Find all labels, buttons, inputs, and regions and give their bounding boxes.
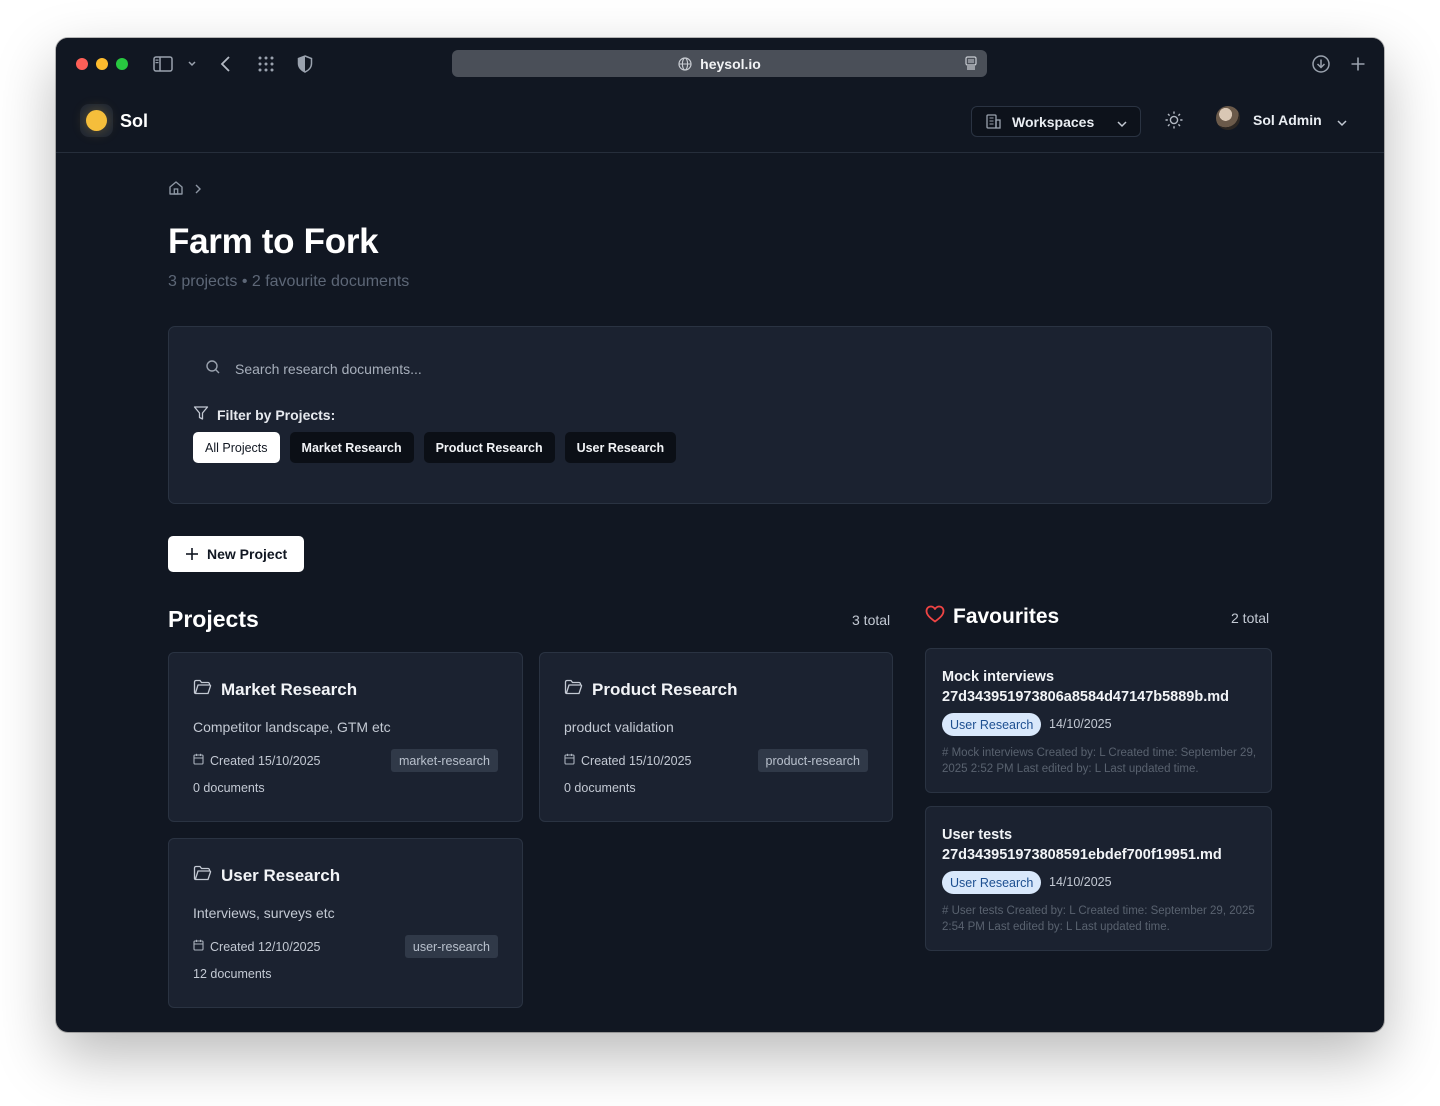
project-filter-chips: All Projects Market Research Product Res…	[193, 432, 677, 463]
filter-label-text: Filter by Projects:	[217, 406, 336, 423]
favourite-date: 14/10/2025	[1049, 717, 1112, 731]
plus-icon[interactable]	[1346, 52, 1370, 76]
favourite-title-line: User tests	[942, 827, 1013, 843]
project-created: Created 15/10/2025	[564, 753, 692, 768]
page-title: Farm to Fork	[168, 222, 379, 261]
new-project-button[interactable]: New Project	[168, 536, 304, 572]
logo-sun-icon	[86, 110, 107, 131]
browser-window: heysol.io Sol Workspaces Sol Admin Farm …	[56, 38, 1384, 1032]
chevron-right-icon	[194, 182, 202, 200]
project-document-count: 0 documents	[193, 781, 265, 795]
project-name: Market Research	[221, 679, 358, 699]
favourite-date: 14/10/2025	[1049, 875, 1112, 889]
back-icon[interactable]	[214, 52, 238, 76]
project-title: Product Research	[564, 679, 738, 700]
project-created-date: Created 15/10/2025	[581, 753, 692, 768]
favourite-card-mock-interviews[interactable]: Mock interviews 27d343951973806a8584d471…	[925, 648, 1272, 793]
workspaces-label: Workspaces	[1012, 113, 1095, 130]
calendar-icon	[193, 939, 204, 954]
project-tag: product-research	[757, 749, 868, 772]
filter-icon	[193, 405, 209, 424]
address-bar[interactable]: heysol.io	[452, 50, 987, 77]
folder-icon	[193, 679, 212, 700]
heart-icon	[925, 605, 945, 629]
projects-count: 3 total	[852, 612, 891, 628]
project-title: Market Research	[193, 679, 357, 700]
favourite-card-user-tests[interactable]: User tests 27d343951973808591ebdef700f19…	[925, 806, 1272, 951]
new-project-label: New Project	[207, 546, 288, 562]
project-tag: user-research	[404, 935, 498, 958]
project-created-date: Created 12/10/2025	[210, 939, 321, 954]
filter-label: Filter by Projects:	[193, 405, 335, 424]
chevron-down-icon	[1116, 116, 1128, 132]
search-box[interactable]	[193, 349, 1249, 389]
project-name: User Research	[221, 865, 341, 885]
avatar[interactable]	[1216, 106, 1240, 130]
favourite-filename: 27d343951973806a8584d47147b5889b.md	[942, 689, 1230, 705]
project-card-user-research[interactable]: User Research Interviews, surveys etc Cr…	[168, 838, 523, 1008]
favourite-title-line: Mock interviews	[942, 669, 1055, 685]
url-text: heysol.io	[700, 55, 761, 72]
app-header: Sol Workspaces Sol Admin	[56, 90, 1384, 153]
project-name: Product Research	[592, 679, 738, 699]
chip-product-research[interactable]: Product Research	[423, 432, 555, 463]
search-icon	[205, 359, 221, 380]
home-icon[interactable]	[168, 180, 184, 201]
folder-icon	[564, 679, 583, 700]
favourite-filename: 27d343951973808591ebdef700f19951.md	[942, 847, 1222, 863]
chevron-down-icon[interactable]	[180, 52, 204, 76]
download-icon[interactable]	[1309, 52, 1333, 76]
chip-market-research[interactable]: Market Research	[289, 432, 414, 463]
brand-name: Sol	[120, 111, 149, 131]
building-icon	[986, 114, 1001, 129]
close-window-button[interactable]	[76, 58, 88, 70]
zoom-window-button[interactable]	[116, 58, 128, 70]
sun-icon[interactable]	[1164, 110, 1184, 135]
project-tag: market-research	[391, 749, 498, 772]
search-input[interactable]	[235, 361, 1135, 377]
user-name[interactable]: Sol Admin	[1253, 112, 1322, 128]
sidebar-icon[interactable]	[151, 52, 175, 76]
favourite-project-badge: User Research	[942, 871, 1042, 894]
page-subtitle: 3 projects • 2 favourite documents	[168, 273, 410, 290]
project-title: User Research	[193, 865, 340, 886]
minimize-window-button[interactable]	[96, 58, 108, 70]
favourite-title: Mock interviews 27d343951973806a8584d471…	[942, 667, 1262, 707]
project-created: Created 15/10/2025	[193, 753, 321, 768]
shield-icon[interactable]	[293, 52, 317, 76]
project-card-market-research[interactable]: Market Research Competitor landscape, GT…	[168, 652, 523, 822]
project-created: Created 12/10/2025	[193, 939, 321, 954]
search-filter-panel: Filter by Projects: All Projects Market …	[168, 326, 1272, 504]
project-description: product validation	[564, 719, 674, 735]
browser-toolbar: heysol.io	[56, 38, 1384, 90]
workspaces-dropdown[interactable]: Workspaces	[971, 106, 1141, 137]
chip-all-projects[interactable]: All Projects	[193, 432, 280, 463]
favourites-count: 2 total	[1231, 610, 1270, 626]
folder-icon	[193, 865, 212, 886]
favourite-project-badge: User Research	[942, 713, 1042, 736]
project-document-count: 12 documents	[193, 967, 272, 981]
projects-heading: Projects	[168, 606, 259, 632]
project-card-product-research[interactable]: Product Research product validation Crea…	[539, 652, 893, 822]
favourite-title: User tests 27d343951973808591ebdef700f19…	[942, 825, 1262, 865]
project-created-date: Created 15/10/2025	[210, 753, 321, 768]
project-document-count: 0 documents	[564, 781, 636, 795]
favourite-snippet: # User tests Created by: L Created time:…	[942, 905, 1255, 933]
favourite-snippet: # Mock interviews Created by: L Created …	[942, 747, 1257, 775]
chip-user-research[interactable]: User Research	[564, 432, 677, 463]
favourites-title: Favourites	[953, 605, 1060, 628]
plus-icon	[186, 548, 198, 560]
chevron-down-icon[interactable]	[1336, 115, 1348, 133]
calendar-icon	[193, 753, 204, 768]
project-description: Interviews, surveys etc	[193, 905, 335, 921]
globe-icon	[678, 56, 692, 71]
calendar-icon	[564, 753, 575, 768]
favourites-heading: Favourites	[925, 605, 1059, 629]
breadcrumb	[168, 180, 202, 201]
reader-icon[interactable]	[965, 56, 977, 73]
project-description: Competitor landscape, GTM etc	[193, 719, 391, 735]
grid-icon[interactable]	[254, 52, 278, 76]
